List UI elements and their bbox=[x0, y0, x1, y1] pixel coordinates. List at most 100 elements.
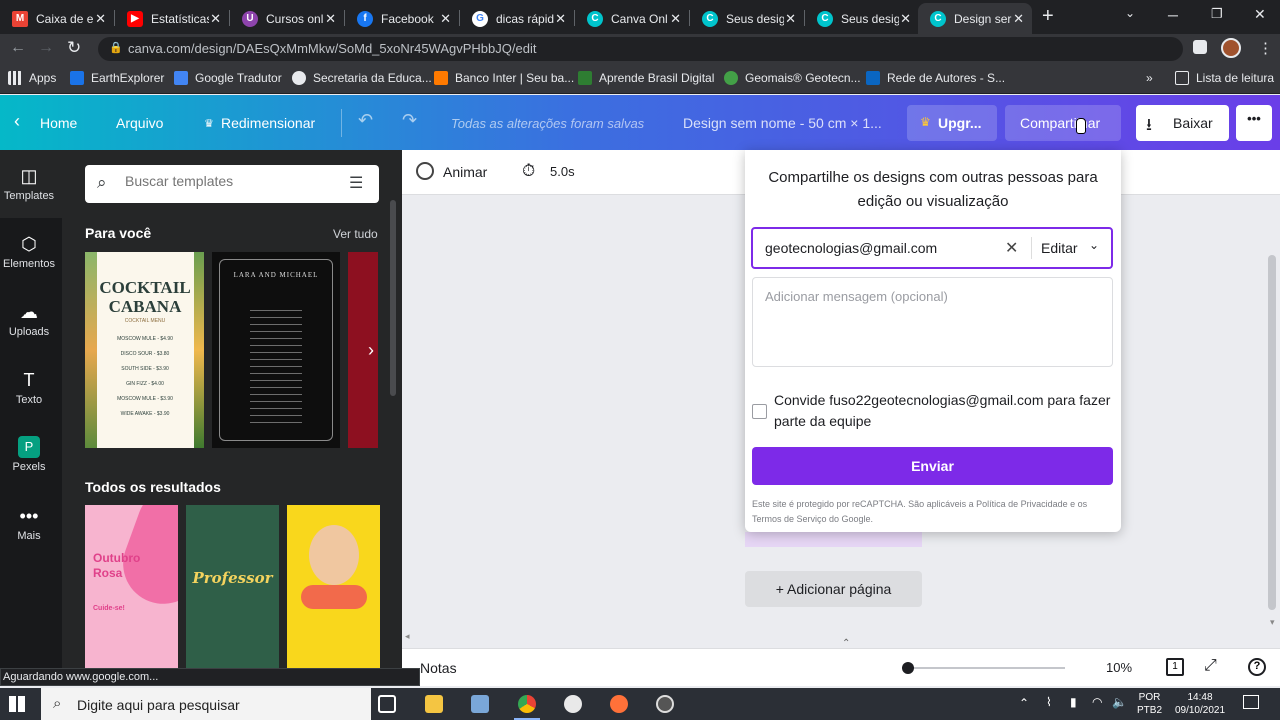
scroll-left-icon[interactable]: ◂ bbox=[405, 631, 410, 642]
message-field[interactable]: Adicionar mensagem (opcional) bbox=[752, 277, 1113, 367]
tab-canva-active[interactable]: C Design ser ✕ bbox=[918, 3, 1032, 34]
page-count[interactable]: 1 bbox=[1166, 658, 1184, 676]
clear-icon[interactable]: ✕ bbox=[1005, 238, 1018, 258]
template-outubro-rosa[interactable]: Outubro Rosa Cuide-se! bbox=[85, 505, 178, 668]
zoom-level[interactable]: 10% bbox=[1106, 660, 1132, 675]
email-field[interactable]: geotecnologias@gmail.com ✕ Editar ⌄ bbox=[751, 227, 1113, 269]
animate-button[interactable]: Animar bbox=[443, 164, 487, 180]
undo-icon[interactable]: ↶ bbox=[358, 110, 373, 131]
address-bar[interactable]: 🔒 canva.com/design/DAEsQxMmMkw/SoMd_5xoN… bbox=[98, 37, 1183, 61]
design-name[interactable]: Design sem nome - 50 cm × 1... bbox=[683, 115, 882, 131]
chrome-icon[interactable] bbox=[518, 695, 536, 713]
chevron-left-icon[interactable]: ‹ bbox=[14, 111, 20, 132]
file-explorer-icon[interactable] bbox=[425, 695, 443, 713]
permission-select[interactable]: Editar bbox=[1041, 240, 1078, 256]
canvas-scrollbar[interactable] bbox=[1268, 255, 1276, 610]
forward-icon[interactable]: → bbox=[38, 39, 54, 57]
tab-google[interactable]: Gdicas rápid ✕ bbox=[460, 3, 574, 34]
tab-facebook[interactable]: f Facebook ✕ bbox=[345, 3, 459, 34]
close-tab-icon[interactable]: ✕ bbox=[1013, 11, 1024, 27]
network-icon[interactable]: ⌇ bbox=[1046, 695, 1052, 709]
design-page-bottom[interactable] bbox=[745, 532, 922, 547]
close-tab-icon[interactable]: ✕ bbox=[210, 11, 221, 27]
duration-button[interactable]: 5.0s bbox=[550, 164, 575, 179]
bookmark-earthexplorer[interactable]: EarthExplorer bbox=[70, 71, 164, 85]
notes-button[interactable]: Notas bbox=[420, 660, 457, 676]
more-options-button[interactable]: ••• bbox=[1236, 105, 1272, 141]
rail-uploads[interactable]: ☁ Uploads bbox=[0, 302, 58, 338]
add-page-button[interactable]: + Adicionar página bbox=[745, 571, 922, 607]
app-icon[interactable] bbox=[564, 695, 582, 713]
zoom-slider[interactable] bbox=[907, 667, 1065, 669]
file-menu-button[interactable]: Arquivo bbox=[116, 115, 163, 131]
bookmark-translate[interactable]: Google Tradutor bbox=[174, 71, 282, 85]
notifications-icon[interactable] bbox=[1243, 695, 1259, 709]
filter-icon[interactable]: ☰ bbox=[349, 173, 363, 193]
bookmark-apps[interactable]: Apps bbox=[8, 71, 56, 85]
tab-gmail[interactable]: M Caixa de e ✕ bbox=[0, 3, 114, 34]
template-kids-photo[interactable] bbox=[287, 505, 380, 668]
close-tab-icon[interactable]: ✕ bbox=[325, 11, 336, 27]
volume-icon[interactable]: 🔈 bbox=[1112, 695, 1127, 709]
firefox-icon[interactable] bbox=[610, 695, 628, 713]
rail-pexels[interactable]: P Pexels bbox=[0, 436, 58, 473]
template-professor[interactable]: Professor bbox=[186, 505, 279, 668]
tab-search-icon[interactable]: ⌄ bbox=[1125, 6, 1135, 20]
rail-text[interactable]: T Texto bbox=[0, 370, 58, 406]
task-view-icon[interactable] bbox=[378, 695, 396, 713]
help-icon[interactable]: ? bbox=[1248, 658, 1266, 676]
wifi-icon[interactable]: ◠ bbox=[1092, 695, 1102, 709]
bookmark-aprende[interactable]: Aprende Brasil Digital bbox=[578, 71, 714, 85]
home-button[interactable]: Home bbox=[40, 115, 77, 131]
scroll-down-icon[interactable]: ▾ bbox=[1270, 617, 1275, 628]
minimize-icon[interactable]: ─ bbox=[1168, 7, 1178, 23]
bookmark-banco-inter[interactable]: Banco Inter | Seu ba... bbox=[434, 71, 574, 85]
close-tab-icon[interactable]: ✕ bbox=[95, 11, 106, 27]
fullscreen-icon[interactable]: ⤢ bbox=[1204, 657, 1217, 675]
reading-list[interactable]: Lista de leitura bbox=[1175, 71, 1274, 85]
rail-templates[interactable]: ◫ Templates bbox=[0, 166, 58, 202]
tab-canva-3[interactable]: C Seus desig ✕ bbox=[805, 3, 919, 34]
upgrade-button[interactable]: ♛ Upgr... bbox=[907, 105, 997, 141]
bookmarks-overflow-icon[interactable]: » bbox=[1146, 71, 1153, 85]
bookmark-secretaria[interactable]: Secretaria da Educa... bbox=[292, 71, 432, 85]
invite-checkbox[interactable] bbox=[752, 404, 767, 419]
reload-icon[interactable]: ↻ bbox=[67, 38, 81, 58]
close-tab-icon[interactable]: ✕ bbox=[670, 11, 681, 27]
zoom-slider-handle[interactable] bbox=[902, 662, 914, 674]
close-window-icon[interactable]: ✕ bbox=[1254, 6, 1266, 23]
language-indicator[interactable]: POR PTB2 bbox=[1137, 691, 1162, 717]
bookmark-geomais[interactable]: Geomais® Geotecn... bbox=[724, 71, 861, 85]
battery-icon[interactable]: ▮ bbox=[1070, 695, 1077, 709]
avatar[interactable] bbox=[1221, 38, 1241, 58]
panel-scrollbar[interactable] bbox=[390, 200, 396, 396]
obs-icon[interactable] bbox=[656, 695, 674, 713]
template-lara-michael[interactable]: LARA AND MICHAEL bbox=[212, 252, 340, 448]
tab-youtube[interactable]: ▶ Estatísticas ✕ bbox=[115, 3, 229, 34]
share-button[interactable]: Compartilhar bbox=[1005, 105, 1121, 141]
see-all-link[interactable]: Ver tudo bbox=[333, 227, 378, 241]
photos-icon[interactable] bbox=[471, 695, 489, 713]
close-tab-icon[interactable]: ✕ bbox=[785, 11, 796, 27]
search-input[interactable] bbox=[125, 173, 325, 189]
template-search[interactable]: ⌕ ☰ bbox=[85, 165, 379, 203]
tab-courses[interactable]: U Cursos onl ✕ bbox=[230, 3, 344, 34]
back-icon[interactable]: ← bbox=[10, 39, 26, 57]
rail-elements[interactable]: ⬡ Elementos bbox=[0, 234, 58, 270]
rail-more[interactable]: ••• Mais bbox=[0, 506, 58, 542]
chevron-right-icon[interactable]: › bbox=[368, 340, 374, 361]
browser-menu-icon[interactable]: ⋮ bbox=[1258, 39, 1273, 57]
restore-icon[interactable]: ❐ bbox=[1211, 6, 1223, 22]
close-tab-icon[interactable]: ✕ bbox=[900, 11, 911, 27]
resize-button[interactable]: Redimensionar bbox=[221, 115, 315, 131]
template-cocktail[interactable]: COCKTAIL CABANA COCKTAIL MENU MOSCOW MUL… bbox=[85, 252, 204, 448]
close-tab-icon[interactable]: ✕ bbox=[555, 11, 566, 27]
windows-start-icon[interactable] bbox=[9, 696, 25, 712]
bookmark-rede[interactable]: Rede de Autores - S... bbox=[866, 71, 1005, 85]
download-button[interactable]: ⭳ Baixar bbox=[1136, 105, 1229, 141]
tab-canva-2[interactable]: C Seus desig ✕ bbox=[690, 3, 804, 34]
taskbar-search[interactable]: ⌕ Digite aqui para pesquisar bbox=[41, 688, 371, 720]
tab-canva-1[interactable]: C Canva Onl ✕ bbox=[575, 3, 689, 34]
new-tab-icon[interactable]: + bbox=[1042, 5, 1054, 28]
send-button[interactable]: Enviar bbox=[752, 447, 1113, 485]
